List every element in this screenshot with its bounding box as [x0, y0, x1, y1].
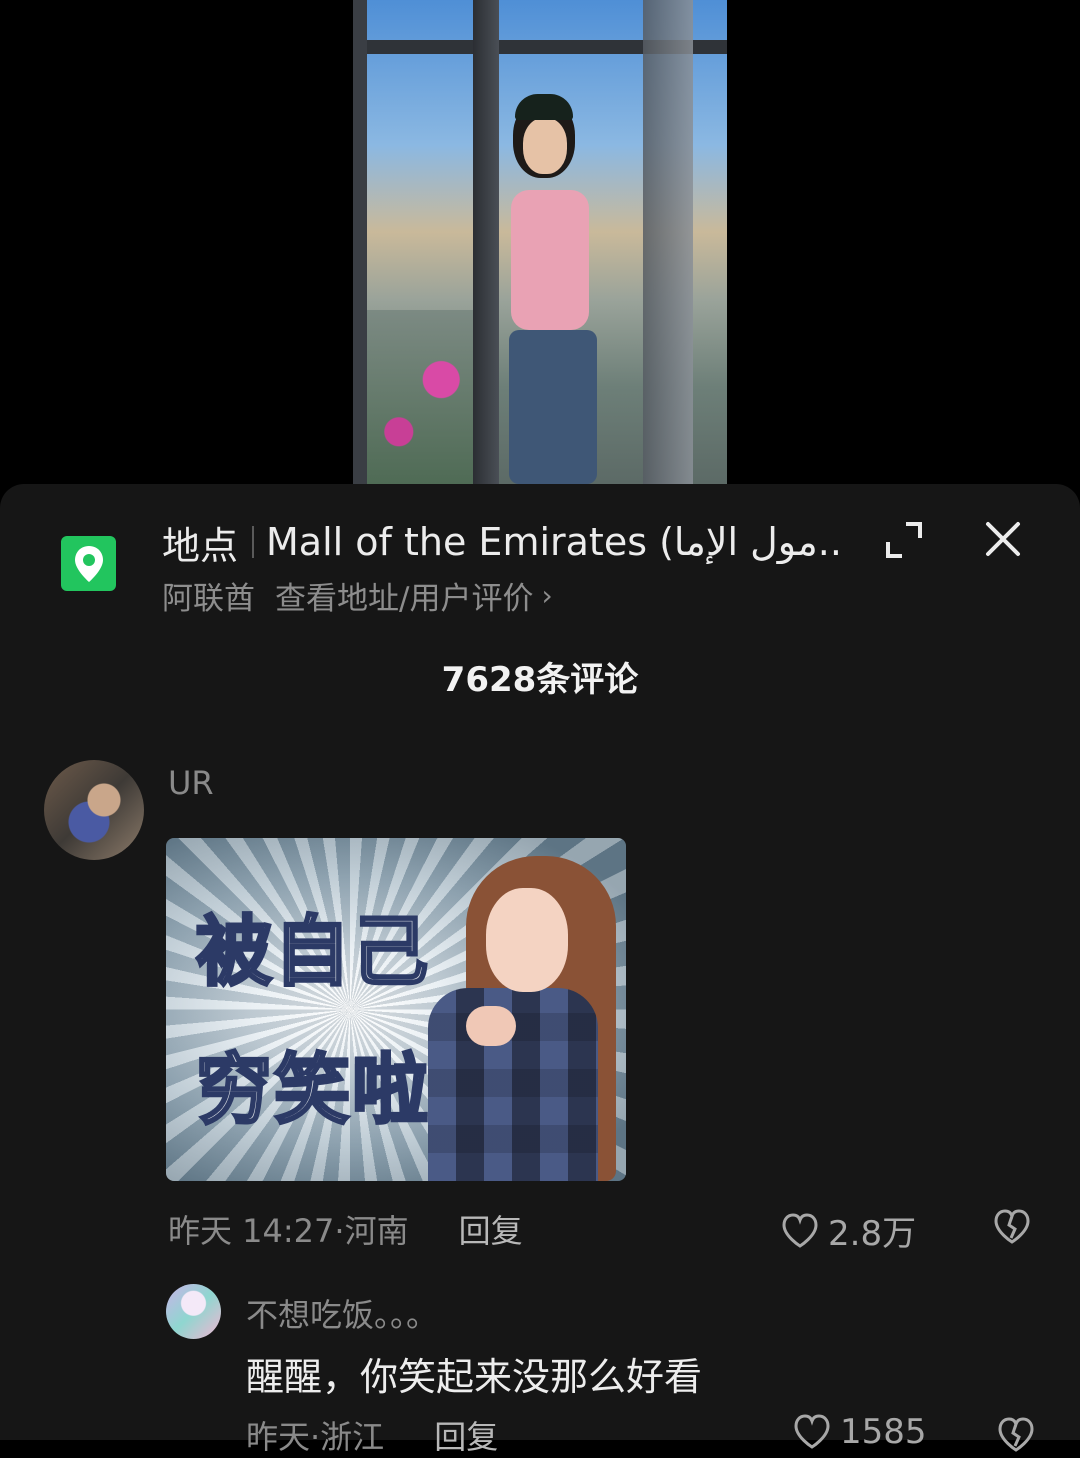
- person-shirt: [511, 190, 589, 330]
- reply-meta: 昨天·浙江 回复: [246, 1412, 498, 1458]
- video-frame[interactable]: [353, 0, 727, 484]
- reply-text: 醒醒，你笑起来没那么好看: [246, 1355, 703, 1399]
- location-country: 阿联酋: [162, 580, 255, 617]
- cityscape: [367, 310, 473, 484]
- reply-button[interactable]: 回复: [459, 1206, 523, 1252]
- location-pin-icon[interactable]: [61, 536, 116, 591]
- window-pillar: [473, 0, 499, 484]
- window-pillar: [353, 0, 367, 484]
- expand-icon[interactable]: [882, 518, 926, 562]
- location-name[interactable]: Mall of the Emirates (مول الإما..: [266, 520, 842, 564]
- reply-time-location: 昨天·浙江: [246, 1418, 385, 1456]
- comment-meta: 昨天 14:27·河南 回复: [168, 1206, 523, 1252]
- like-count: 2.8万: [828, 1214, 917, 1254]
- location-label: 地点: [162, 523, 239, 568]
- heart-icon: [782, 1212, 818, 1248]
- reply-username[interactable]: 不想吃饭。。。: [246, 1290, 438, 1336]
- sticker-person-hand: [466, 1006, 516, 1046]
- like-button[interactable]: 1585: [792, 1412, 927, 1452]
- location-subtitle-row[interactable]: 阿联酋 查看地址/用户评价 ›: [162, 573, 553, 618]
- comment-time-location: 昨天 14:27·河南: [168, 1212, 409, 1250]
- person-jeans: [509, 330, 597, 484]
- broken-heart-icon[interactable]: [992, 1208, 1032, 1250]
- chevron-right-icon: ›: [541, 578, 553, 612]
- heart-icon: [794, 1414, 830, 1449]
- location-detail-link[interactable]: 查看地址/用户评价: [275, 573, 533, 618]
- close-icon[interactable]: [980, 516, 1026, 562]
- comment-sticker-image[interactable]: 被自己 穷笑啦: [166, 838, 626, 1181]
- avatar[interactable]: [44, 760, 144, 860]
- person-cap: [515, 94, 573, 120]
- sticker-text: 被自己: [195, 906, 430, 998]
- avatar[interactable]: [166, 1284, 221, 1339]
- comment-count: 7628条评论: [441, 660, 639, 700]
- window-frame-structure: [643, 0, 693, 484]
- sticker-text: 穷笑啦: [195, 1044, 430, 1136]
- person-face: [523, 118, 567, 174]
- like-count: 1585: [840, 1412, 927, 1452]
- location-title-row[interactable]: 地点 Mall of the Emirates (مول الإما..: [162, 514, 862, 570]
- comment-panel: 地点 Mall of the Emirates (مول الإما.. 阿联酋…: [0, 484, 1080, 1456]
- video-area[interactable]: [0, 0, 1080, 484]
- broken-heart-icon[interactable]: [996, 1416, 1036, 1458]
- comment-username[interactable]: UR: [168, 764, 214, 802]
- divider: [252, 526, 255, 558]
- reply-button[interactable]: 回复: [434, 1412, 498, 1458]
- like-button[interactable]: 2.8万: [780, 1206, 916, 1255]
- sticker-person-face: [486, 888, 568, 992]
